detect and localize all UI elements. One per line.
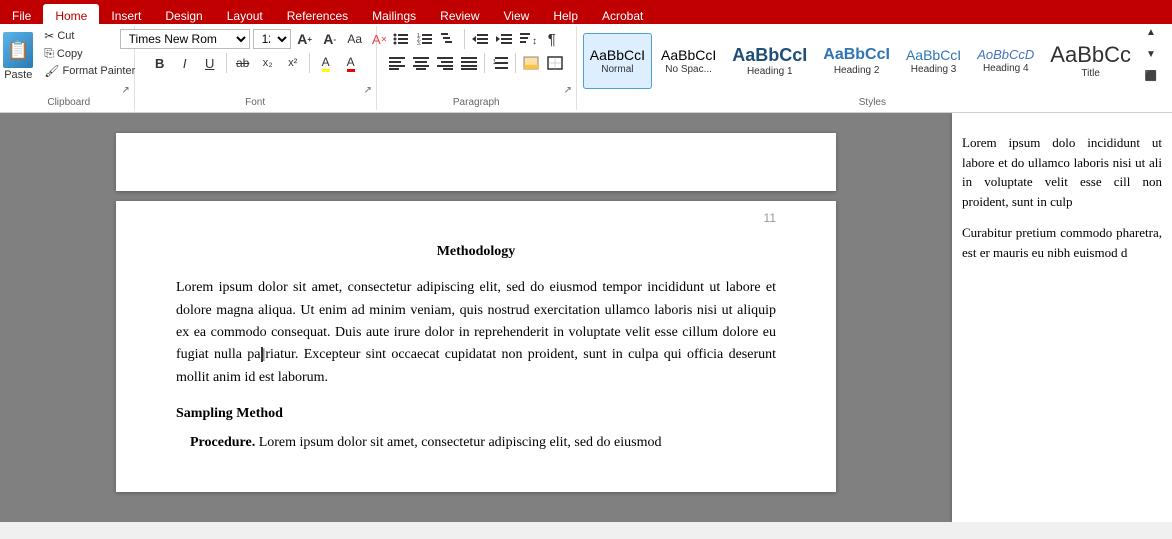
align-right-button[interactable] bbox=[434, 52, 456, 74]
style-normal-label: Normal bbox=[601, 64, 633, 75]
strikethrough-button[interactable]: ab bbox=[232, 52, 254, 74]
font-shrink-button[interactable]: A- bbox=[319, 28, 341, 50]
document-heading: Methodology bbox=[176, 241, 776, 263]
copy-icon: ⎘ bbox=[44, 46, 54, 61]
font-grow-button[interactable]: A+ bbox=[294, 28, 316, 50]
styles-group: AaBbCcI Normal AaBbCcI No Spac... AaBbCc… bbox=[577, 26, 1168, 110]
style-h3-label: Heading 3 bbox=[911, 64, 957, 75]
paragraph-group-label: Paragraph bbox=[453, 97, 500, 108]
numbered-list-button[interactable]: 1.2.3. bbox=[414, 28, 436, 50]
superscript-button[interactable]: x² bbox=[282, 52, 304, 74]
increase-indent-button[interactable] bbox=[493, 28, 515, 50]
style-nospace-preview: AaBbCcI bbox=[661, 48, 716, 62]
font-expand[interactable]: ↗ bbox=[362, 84, 374, 96]
tab-bar: File Home Insert Design Layout Reference… bbox=[0, 0, 1172, 24]
paste-button[interactable]: 📋 Paste bbox=[0, 28, 39, 95]
side-panel: Lorem ipsum dolo incididunt ut labore et… bbox=[952, 113, 1172, 522]
para-row1: 1.2.3. ↕ bbox=[390, 28, 563, 50]
style-heading2[interactable]: AaBbCcI Heading 2 bbox=[816, 33, 897, 89]
side-panel-content: Lorem ipsum dolo incididunt ut labore et… bbox=[962, 133, 1162, 262]
side-para-1: Lorem ipsum dolo incididunt ut labore et… bbox=[962, 133, 1162, 211]
styles-scroll-up[interactable]: ▲ bbox=[1140, 28, 1162, 43]
font-group-label: Font bbox=[245, 97, 265, 108]
borders-button[interactable] bbox=[544, 52, 566, 74]
styles-scroll-buttons: ▲ ▼ ⬛ bbox=[1140, 28, 1162, 101]
style-h3-preview: AaBbCcI bbox=[906, 48, 961, 62]
document-page: 11 Methodology Lorem ipsum dolor sit ame… bbox=[116, 201, 836, 492]
change-case-button[interactable]: Aa bbox=[344, 28, 366, 50]
decrease-indent-button[interactable] bbox=[469, 28, 491, 50]
text-highlight-button[interactable]: A bbox=[315, 52, 337, 74]
para-sep1 bbox=[464, 29, 465, 49]
style-h1-label: Heading 1 bbox=[747, 66, 793, 77]
font-color-button[interactable]: A bbox=[340, 52, 362, 74]
svg-text:3.: 3. bbox=[417, 41, 421, 46]
style-title-label: Title bbox=[1081, 68, 1100, 79]
style-normal-preview: AaBbCcI bbox=[590, 48, 645, 62]
font-separator1 bbox=[226, 53, 227, 73]
subscript-button[interactable]: x₂ bbox=[257, 52, 279, 74]
show-marks-button[interactable]: ¶ bbox=[541, 28, 563, 50]
sort-button[interactable]: ↕ bbox=[517, 28, 539, 50]
styles-more[interactable]: ⬛ bbox=[1140, 65, 1162, 87]
document-procedure: Procedure. Lorem ipsum dolor sit amet, c… bbox=[176, 432, 776, 454]
svg-text:↕: ↕ bbox=[492, 56, 497, 66]
line-spacing-button[interactable]: ↕ bbox=[489, 52, 511, 74]
para-row2: ↕ bbox=[386, 52, 566, 74]
para-sep3 bbox=[515, 53, 516, 73]
document-area: 11 Methodology Lorem ipsum dolor sit ame… bbox=[0, 113, 1172, 522]
document-sub-subheading: Procedure. bbox=[190, 435, 255, 450]
para-expand[interactable]: ↗ bbox=[562, 84, 574, 96]
style-heading3[interactable]: AaBbCcI Heading 3 bbox=[899, 33, 968, 89]
font-size-selector[interactable]: 12 bbox=[253, 29, 291, 49]
clipboard-group: 📋 Paste ✂ Cut ⎘ Copy bbox=[4, 26, 135, 110]
italic-button[interactable]: I bbox=[174, 52, 196, 74]
page-content[interactable]: Methodology Lorem ipsum dolor sit amet, … bbox=[176, 241, 776, 454]
style-h2-preview: AaBbCcI bbox=[823, 47, 890, 63]
font-row1: Times New Rom 12 A+ A- Aa A✕ bbox=[120, 28, 391, 50]
side-para-2: Curabitur pretium commodo pharetra, est … bbox=[962, 223, 1162, 262]
main-document-area[interactable]: 11 Methodology Lorem ipsum dolor sit ame… bbox=[0, 113, 952, 522]
paragraph-group: 1.2.3. ↕ bbox=[377, 26, 577, 110]
page-number: 11 bbox=[764, 211, 776, 225]
style-title-preview: AaBbCc bbox=[1050, 44, 1131, 66]
ribbon: 📋 Paste ✂ Cut ⎘ Copy bbox=[0, 24, 1172, 113]
multilevel-list-button[interactable] bbox=[438, 28, 460, 50]
style-title[interactable]: AaBbCc Title bbox=[1043, 33, 1138, 89]
clipboard-label: Clipboard bbox=[47, 97, 90, 108]
font-separator2 bbox=[309, 53, 310, 73]
styles-scroll-down[interactable]: ▼ bbox=[1140, 43, 1162, 65]
font-name-selector[interactable]: Times New Rom bbox=[120, 29, 250, 49]
style-nospace-label: No Spac... bbox=[665, 64, 712, 75]
paste-icon: 📋 bbox=[3, 32, 33, 68]
paste-label: Paste bbox=[4, 69, 32, 81]
style-h4-label: Heading 4 bbox=[983, 63, 1029, 74]
style-h2-label: Heading 2 bbox=[834, 65, 880, 76]
style-h1-preview: AaBbCcI bbox=[732, 46, 807, 64]
document-procedure-text: Lorem ipsum dolor sit amet, consectetur … bbox=[259, 435, 662, 450]
style-heading1[interactable]: AaBbCcI Heading 1 bbox=[725, 33, 814, 89]
justify-button[interactable] bbox=[458, 52, 480, 74]
styles-group-label: Styles bbox=[859, 97, 886, 108]
para-sep2 bbox=[484, 53, 485, 73]
shading-button[interactable] bbox=[520, 52, 542, 74]
ribbon-container: File Home Insert Design Layout Reference… bbox=[0, 0, 1172, 113]
cut-icon: ✂ bbox=[44, 29, 54, 43]
align-center-button[interactable] bbox=[410, 52, 432, 74]
font-row2: B I U ab x₂ x² A A bbox=[149, 52, 362, 74]
document-paragraph-1: Lorem ipsum dolor sit amet, consectetur … bbox=[176, 277, 776, 389]
page-top-fragment bbox=[116, 133, 836, 191]
style-heading4[interactable]: AoBbCcD Heading 4 bbox=[970, 33, 1041, 89]
style-nospace[interactable]: AaBbCcI No Spac... bbox=[654, 33, 723, 89]
underline-button[interactable]: U bbox=[199, 52, 221, 74]
style-normal[interactable]: AaBbCcI Normal bbox=[583, 33, 652, 89]
document-subheading: Sampling Method bbox=[176, 403, 776, 425]
style-h4-preview: AoBbCcD bbox=[977, 48, 1034, 61]
font-group: Times New Rom 12 A+ A- Aa A✕ B I U bbox=[135, 26, 377, 110]
bold-button[interactable]: B bbox=[149, 52, 171, 74]
svg-text:↕: ↕ bbox=[532, 36, 536, 46]
bullet-list-button[interactable] bbox=[390, 28, 412, 50]
format-painter-icon: 🖌 bbox=[44, 64, 59, 78]
align-left-button[interactable] bbox=[386, 52, 408, 74]
